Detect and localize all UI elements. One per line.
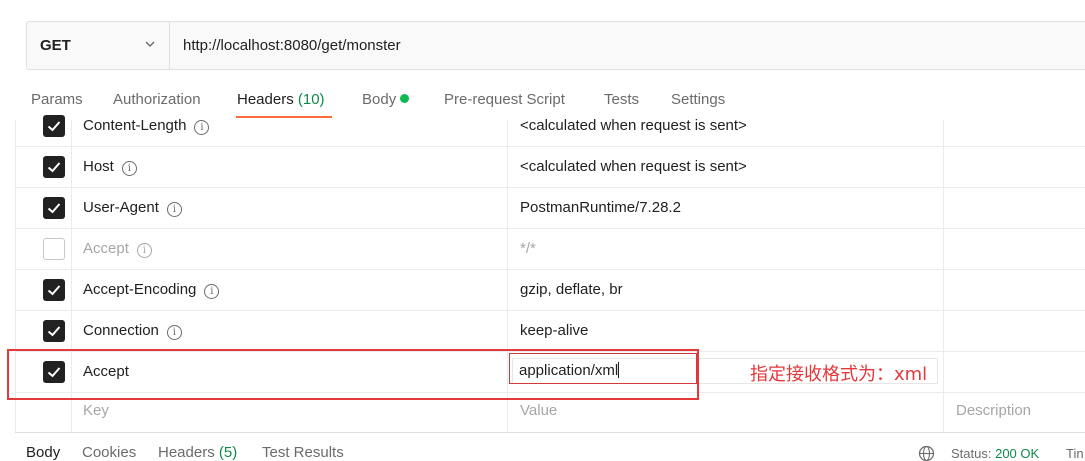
check-icon bbox=[47, 162, 61, 173]
info-icon[interactable]: i bbox=[194, 120, 210, 135]
header-key-text: Connection bbox=[83, 322, 159, 339]
url-input[interactable]: http://localhost:8080/get/monster bbox=[170, 22, 401, 69]
globe-icon[interactable] bbox=[918, 445, 935, 461]
check-icon bbox=[47, 203, 61, 214]
header-key: User-Agent i bbox=[83, 199, 182, 217]
header-row: Host i <calculated when request is sent> bbox=[15, 147, 1085, 188]
method-select[interactable]: GET bbox=[27, 22, 170, 69]
row-checkbox[interactable] bbox=[43, 156, 65, 178]
header-key: Accept-Encoding i bbox=[83, 281, 220, 299]
response-divider bbox=[15, 432, 1085, 433]
response-tab-cookies[interactable]: Cookies bbox=[82, 444, 136, 461]
header-value[interactable]: <calculated when request is sent> bbox=[520, 117, 747, 134]
response-time-label: Tin bbox=[1066, 446, 1084, 461]
key-placeholder[interactable]: Key bbox=[83, 402, 109, 419]
header-row: Content-Length i <calculated when request… bbox=[15, 106, 1085, 147]
status-value: 200 OK bbox=[995, 446, 1040, 461]
header-value[interactable]: */* bbox=[520, 240, 536, 257]
info-icon[interactable]: i bbox=[136, 243, 152, 258]
description-placeholder[interactable]: Description bbox=[956, 402, 1031, 419]
info-icon[interactable]: i bbox=[121, 161, 137, 176]
check-icon bbox=[47, 326, 61, 337]
row-checkbox[interactable] bbox=[43, 279, 65, 301]
row-checkbox[interactable] bbox=[43, 115, 65, 137]
header-key-text: Host bbox=[83, 158, 114, 175]
header-value[interactable]: PostmanRuntime/7.28.2 bbox=[520, 199, 681, 216]
header-key: Accept i bbox=[83, 240, 152, 258]
row-checkbox[interactable] bbox=[43, 238, 65, 260]
row-checkbox[interactable] bbox=[43, 197, 65, 219]
header-key: Connection i bbox=[83, 322, 182, 340]
header-row: User-Agent i PostmanRuntime/7.28.2 bbox=[15, 188, 1085, 229]
header-key: Content-Length i bbox=[83, 117, 210, 135]
value-placeholder[interactable]: Value bbox=[520, 402, 557, 419]
chevron-down-icon bbox=[145, 41, 155, 47]
header-value[interactable]: <calculated when request is sent> bbox=[520, 158, 747, 175]
annotation-text: 指定接收格式为：xml bbox=[750, 364, 928, 385]
info-icon[interactable]: i bbox=[166, 325, 182, 340]
response-status: Status: 200 OK bbox=[951, 446, 1039, 461]
response-tab-headers[interactable]: Headers (5) bbox=[158, 444, 237, 461]
header-key: Host i bbox=[83, 158, 137, 176]
annotation-value-box bbox=[509, 353, 697, 384]
url-bar: GET http://localhost:8080/get/monster bbox=[26, 21, 1085, 70]
header-row: Accept i */* bbox=[15, 229, 1085, 270]
check-icon bbox=[47, 121, 61, 132]
response-tab-body[interactable]: Body bbox=[26, 444, 60, 461]
header-key-text: Content-Length bbox=[83, 117, 187, 134]
body-indicator-dot bbox=[400, 94, 410, 103]
header-key-text: User-Agent bbox=[83, 199, 159, 216]
info-icon[interactable]: i bbox=[204, 284, 220, 299]
header-key-text: Accept bbox=[83, 240, 129, 257]
header-value[interactable]: gzip, deflate, br bbox=[520, 281, 623, 298]
info-icon[interactable]: i bbox=[166, 202, 182, 217]
check-icon bbox=[47, 285, 61, 296]
header-key-text: Accept-Encoding bbox=[83, 281, 197, 298]
response-tab-test-results[interactable]: Test Results bbox=[262, 444, 344, 461]
header-row: Accept-Encoding i gzip, deflate, br bbox=[15, 270, 1085, 311]
row-checkbox[interactable] bbox=[43, 320, 65, 342]
status-label: Status: bbox=[951, 446, 992, 461]
header-row: Connection i keep-alive bbox=[15, 311, 1085, 352]
method-label: GET bbox=[40, 37, 71, 54]
response-tab-headers-label: Headers bbox=[158, 444, 215, 461]
response-tab-headers-count: (5) bbox=[218, 444, 238, 461]
header-value[interactable]: keep-alive bbox=[520, 322, 588, 339]
